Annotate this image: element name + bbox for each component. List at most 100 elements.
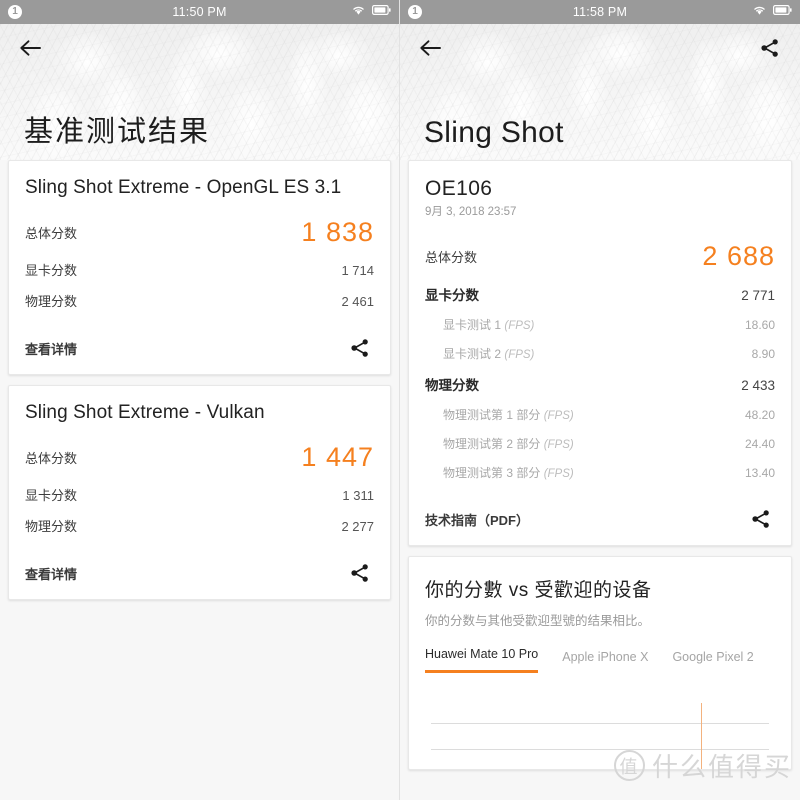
left-content-area: Sling Shot Extreme - OpenGL ES 3.1 总体分数 … [0, 160, 399, 600]
score-row-total: 总体分数 1 447 [25, 440, 374, 479]
left-status-right [301, 3, 391, 21]
left-status-bar: 1 11:50 PM [0, 0, 399, 24]
comparison-subtitle: 你的分数与其他受歡迎型號的结果相比。 [425, 614, 651, 628]
score-row-physics: 物理分数 2 277 [25, 510, 374, 541]
score-row-graphics: 显卡分数 1 714 [25, 254, 374, 285]
score-label: 显卡分数 [425, 288, 479, 303]
score-value: 1 447 [301, 442, 374, 472]
benchmark-card-opengl[interactable]: Sling Shot Extreme - OpenGL ES 3.1 总体分数 … [8, 160, 391, 375]
subtest-name: 物理测试第 1 部分 [443, 408, 541, 422]
notification-count-badge: 1 [408, 5, 422, 19]
chart-gridline [431, 749, 769, 750]
score-value: 2 277 [341, 519, 374, 534]
score-value: 18.60 [744, 318, 775, 332]
score-value: 2 461 [341, 294, 374, 309]
tab-google-pixel-2[interactable]: Google Pixel 2 [672, 650, 753, 673]
result-detail-card[interactable]: OE106 9月 3, 2018 23:57 总体分数 2 688 显卡分数 2… [408, 160, 792, 546]
left-hero-header: 基准测试结果 [0, 24, 399, 160]
score-label: 显卡分数 [25, 263, 78, 278]
subtest-unit: (FPS) [504, 349, 535, 361]
left-status-left: 1 [8, 5, 98, 19]
score-label: 物理分数 [25, 519, 78, 534]
score-label: 显卡测试 2 (FPS) [443, 345, 534, 362]
score-label: 总体分数 [25, 226, 78, 241]
score-value: 2 688 [702, 241, 775, 271]
wifi-icon [752, 3, 767, 21]
score-value: 13.40 [744, 466, 775, 480]
technical-guide-link[interactable]: 技术指南（PDF） [425, 510, 529, 529]
subtest-name: 物理测试第 2 部分 [443, 437, 541, 451]
view-details-link[interactable]: 查看详情 [25, 339, 77, 358]
right-hero-header: Sling Shot [400, 24, 800, 160]
tab-huawei-mate-10-pro[interactable]: Huawei Mate 10 Pro [425, 647, 539, 673]
left-status-time: 11:50 PM [172, 5, 227, 19]
score-value: 1 311 [342, 488, 374, 503]
right-hero-toolbar [400, 24, 800, 72]
page-title: Sling Shot [424, 116, 564, 149]
score-label: 总体分数 [25, 451, 78, 466]
score-value: 2 433 [741, 378, 775, 393]
subtest-unit: (FPS) [543, 468, 574, 480]
score-value: 24.40 [744, 437, 775, 451]
share-icon[interactable] [346, 559, 374, 587]
benchmark-card-vulkan[interactable]: Sling Shot Extreme - Vulkan 总体分数 1 447 显… [8, 385, 391, 600]
card-footer: 技术指南（PDF） [425, 501, 775, 533]
score-row-graphics: 显卡分数 2 771 [425, 278, 775, 310]
score-row-physics-part-2: 物理测试第 2 部分 (FPS) 24.40 [425, 429, 775, 458]
right-status-bar: 1 11:58 PM [400, 0, 800, 24]
card-title: Sling Shot Extreme - Vulkan [25, 402, 265, 423]
score-label: 物理分数 [425, 378, 479, 393]
wifi-icon [351, 3, 366, 21]
right-content-area: OE106 9月 3, 2018 23:57 总体分数 2 688 显卡分数 2… [400, 160, 800, 770]
score-row-total: 总体分数 2 688 [425, 239, 775, 278]
score-label: 物理测试第 1 部分 (FPS) [443, 406, 574, 423]
view-details-link[interactable]: 查看详情 [25, 564, 77, 583]
subtest-unit: (FPS) [543, 439, 574, 451]
share-icon[interactable] [756, 34, 784, 62]
score-row-physics: 物理分数 2 461 [25, 285, 374, 316]
card-title: Sling Shot Extreme - OpenGL ES 3.1 [25, 177, 342, 198]
score-row-physics-part-3: 物理测试第 3 部分 (FPS) 13.40 [425, 458, 775, 487]
right-status-left: 1 [408, 5, 498, 19]
left-phone-screen: 1 11:50 PM 基准测试结果 Sling Shot Extreme - O… [0, 0, 400, 800]
score-row-graphics-test-2: 显卡测试 2 (FPS) 8.90 [425, 339, 775, 368]
notification-count-badge: 1 [8, 5, 22, 19]
device-name: OE106 [425, 177, 493, 200]
comparison-tabs: Huawei Mate 10 Pro Apple iPhone X Google… [425, 647, 775, 673]
share-icon[interactable] [346, 334, 374, 362]
score-row-physics-part-1: 物理测试第 1 部分 (FPS) 48.20 [425, 400, 775, 429]
share-icon[interactable] [747, 505, 775, 533]
right-status-time: 11:58 PM [572, 5, 628, 19]
score-row-physics: 物理分数 2 433 [425, 368, 775, 400]
chart-reference-line [701, 703, 702, 769]
subtest-name: 显卡测试 1 [443, 318, 502, 332]
score-label: 显卡分数 [25, 488, 78, 503]
score-label: 显卡测试 1 (FPS) [443, 316, 534, 333]
score-value: 1 838 [301, 217, 374, 247]
score-value: 8.90 [751, 347, 775, 361]
score-label: 物理分数 [25, 294, 78, 309]
left-hero-toolbar [0, 24, 399, 72]
score-label: 物理测试第 2 部分 (FPS) [443, 435, 574, 452]
score-value: 1 714 [341, 263, 374, 278]
comparison-title: 你的分數 vs 受歡迎的设备 [425, 580, 652, 601]
back-arrow-icon[interactable] [416, 34, 444, 62]
score-row-total: 总体分数 1 838 [25, 215, 374, 254]
tab-apple-iphone-x[interactable]: Apple iPhone X [562, 650, 648, 673]
right-phone-screen: 1 11:58 PM Sling Shot OE106 9月 3, 2018 2… [400, 0, 800, 800]
comparison-card: 你的分數 vs 受歡迎的设备 你的分数与其他受歡迎型號的结果相比。 Huawei… [408, 556, 792, 770]
score-row-graphics: 显卡分数 1 311 [25, 479, 374, 510]
subtest-name: 显卡测试 2 [443, 347, 502, 361]
back-arrow-icon[interactable] [16, 34, 44, 62]
right-status-right [702, 3, 792, 21]
score-label: 总体分数 [425, 250, 478, 265]
result-timestamp: 9月 3, 2018 23:57 [425, 206, 517, 218]
subtest-unit: (FPS) [543, 410, 574, 422]
comparison-chart [409, 691, 791, 769]
card-footer: 查看详情 [25, 330, 374, 362]
subtest-name: 物理测试第 3 部分 [443, 466, 541, 480]
page-title: 基准测试结果 [24, 116, 211, 148]
chart-gridline [431, 723, 769, 724]
battery-icon [773, 3, 792, 21]
score-value: 48.20 [744, 408, 775, 422]
